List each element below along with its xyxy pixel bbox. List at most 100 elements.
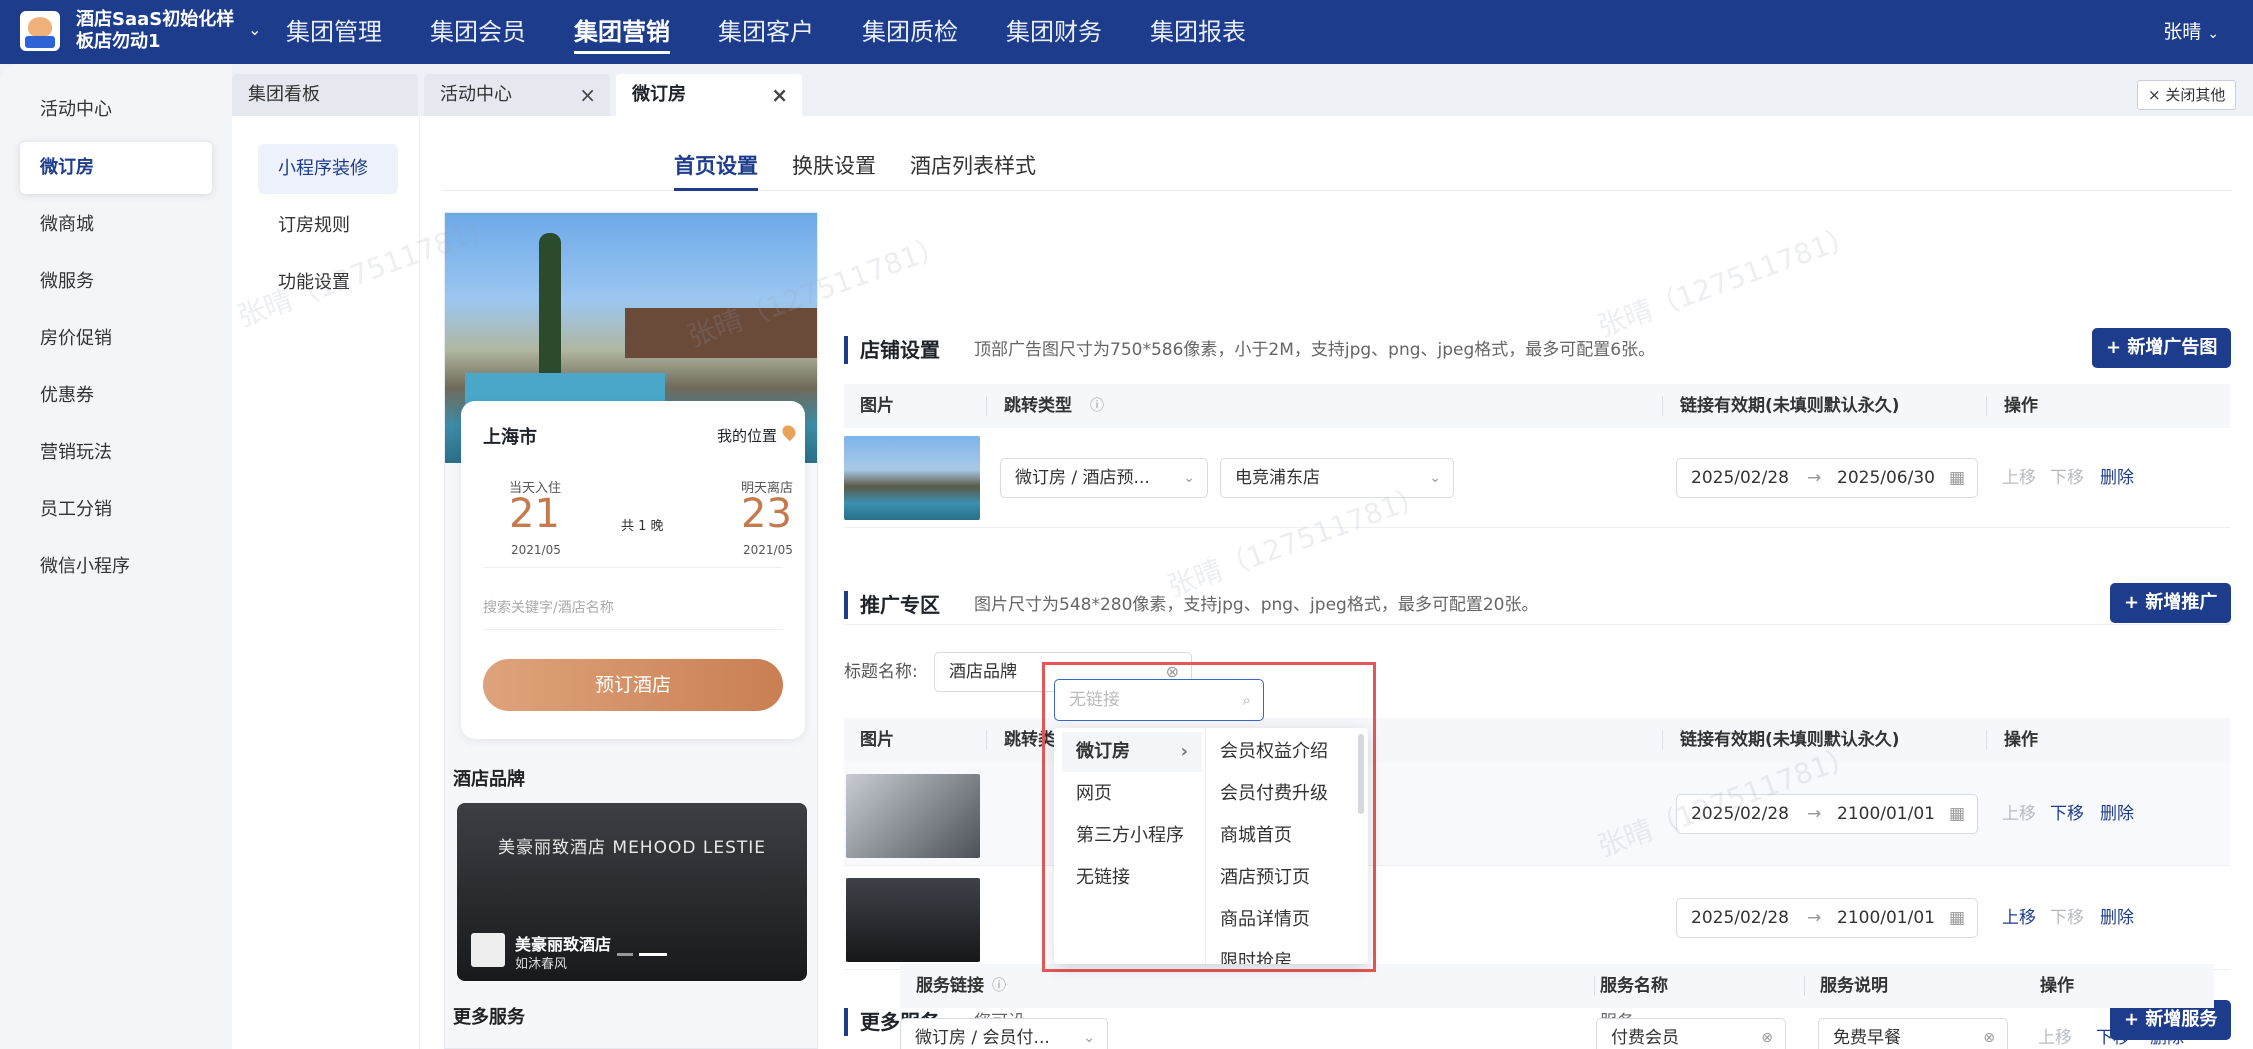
cascader-item-flash-sale[interactable]: 限时抢房 [1220, 942, 1292, 964]
col-actions: 操作 [2004, 730, 2038, 750]
info-icon[interactable]: ⓘ [992, 964, 1006, 1008]
delete-button[interactable]: 删除 [2100, 898, 2134, 938]
delete-button[interactable]: 删除 [2150, 1018, 2184, 1049]
jump-type-select[interactable]: 微订房 / 酒店预... ⌄ [1000, 458, 1208, 498]
tab-hotel-list-style[interactable]: 酒店列表样式 [910, 150, 1036, 180]
sidebar-item-micro-mall[interactable]: 微商城 [20, 199, 212, 251]
cascader-item-micro-booking[interactable]: 微订房 › [1062, 732, 1202, 772]
nav-item-group-customer[interactable]: 集团客户 [718, 0, 814, 64]
hotel-brand-banner[interactable]: 美豪丽致酒店 MEHOOD LESTIE 美豪丽致酒店 如沐春风 [457, 803, 807, 981]
move-down-button[interactable]: 下移 [2050, 458, 2084, 498]
promo-thumbnail[interactable] [846, 878, 980, 962]
promo-zone-hint: 图片尺寸为548*280像素，支持jpg、png、jpeg格式，最多可配置20张… [974, 595, 1539, 615]
column-divider [1594, 976, 1595, 996]
nav-item-group-manage[interactable]: 集团管理 [286, 0, 382, 64]
cascader-item-third-party-miniprogram[interactable]: 第三方小程序 [1062, 816, 1202, 856]
subnav-feature-settings[interactable]: 功能设置 [258, 258, 398, 308]
tab-micro-booking[interactable]: 微订房 × [616, 74, 802, 116]
user-menu[interactable]: 张晴 ⌄ [2163, 0, 2219, 66]
calendar-icon: ▦ [1949, 908, 1966, 928]
move-up-button[interactable]: 上移 [2002, 794, 2036, 834]
sidebar-item-staff-distribution[interactable]: 员工分销 [20, 484, 212, 536]
tab-home-settings[interactable]: 首页设置 [674, 150, 758, 191]
close-icon[interactable]: × [579, 74, 596, 116]
service-link-select[interactable]: 微订房 / 会员付... ⌄ [900, 1018, 1108, 1049]
city-label[interactable]: 上海市 [483, 423, 537, 449]
cascader-item-member-benefits[interactable]: 会员权益介绍 [1220, 732, 1328, 772]
sidebar-item-marketing-play[interactable]: 营销玩法 [20, 427, 212, 479]
sidebar-item-price-promo[interactable]: 房价促销 [20, 313, 212, 365]
validity-date-range[interactable]: 2025/02/28 → 2100/01/01 ▦ [1676, 898, 1978, 938]
target-hotel-select[interactable]: 电竞浦东店 ⌄ [1220, 458, 1454, 498]
cascader-item-hotel-booking[interactable]: 酒店预订页 [1220, 858, 1310, 898]
nav-item-group-qc[interactable]: 集团质检 [862, 0, 958, 64]
sidebar-item-activity[interactable]: 活动中心 [20, 84, 212, 136]
checkout-day[interactable]: 23 [741, 491, 792, 537]
cascader-item-mall-home[interactable]: 商城首页 [1220, 816, 1292, 856]
cascader-item-webpage[interactable]: 网页 [1062, 774, 1202, 814]
jump-type-search-input[interactable]: 无链接 ⌕ [1054, 679, 1264, 721]
clear-icon[interactable]: ⊗ [1983, 1019, 1995, 1049]
delete-button[interactable]: 删除 [2100, 458, 2134, 498]
promo-thumbnail[interactable] [846, 774, 980, 858]
checkin-month: 2021/05 [511, 543, 561, 557]
book-hotel-button[interactable]: 预订酒店 [483, 659, 783, 711]
delete-button[interactable]: 删除 [2100, 794, 2134, 834]
nav-item-group-member[interactable]: 集团会员 [430, 0, 526, 64]
validity-date-range[interactable]: 2025/02/28 → 2025/06/30 ▦ [1676, 458, 1978, 498]
org-logo [20, 11, 60, 51]
cascader-item-member-upgrade[interactable]: 会员付费升级 [1220, 774, 1328, 814]
add-promo-button[interactable]: + 新增推广 [2110, 583, 2232, 623]
clear-icon[interactable]: ⊗ [1761, 1019, 1773, 1049]
sidebar-item-micro-service[interactable]: 微服务 [20, 256, 212, 308]
chevron-down-icon: ⌄ [1429, 470, 1441, 486]
service-name-input[interactable]: 付费会员 ⊗ [1596, 1018, 1786, 1049]
service-desc-input[interactable]: 免费早餐 ⊗ [1818, 1018, 2008, 1049]
sidebar-item-coupon[interactable]: 优惠券 [20, 370, 212, 422]
chevron-down-icon[interactable]: ⌄ [248, 20, 261, 39]
chevron-right-icon: › [1180, 741, 1188, 762]
tab-skin-settings[interactable]: 换肤设置 [792, 150, 876, 180]
subnav-miniprogram-decor[interactable]: 小程序装修 [258, 144, 398, 194]
move-up-button[interactable]: 上移 [2002, 898, 2036, 938]
brand-name: 美豪丽致酒店 [515, 935, 612, 954]
nav-item-group-finance[interactable]: 集团财务 [1006, 0, 1102, 64]
cascader-item-no-link[interactable]: 无链接 [1062, 858, 1202, 898]
promo-zone-title: 推广专区 [844, 591, 940, 619]
org-name[interactable]: 酒店SaaS初始化样板店勿动1 [76, 9, 246, 53]
tab-group-dashboard[interactable]: 集团看板 [232, 74, 418, 116]
col-actions: 操作 [2040, 976, 2074, 996]
move-down-button[interactable]: 下移 [2050, 898, 2084, 938]
service-desc-value: 免费早餐 [1833, 1028, 1901, 1048]
checkin-day[interactable]: 21 [509, 491, 560, 537]
carousel-dot-active[interactable] [639, 953, 667, 956]
move-down-button[interactable]: 下移 [2096, 1018, 2130, 1049]
sidebar-item-wechat-miniprogram[interactable]: 微信小程序 [20, 541, 212, 593]
jump-type-placeholder: 无链接 [1069, 690, 1120, 710]
close-others-button[interactable]: × 关闭其他 [2137, 80, 2237, 110]
start-date: 2025/02/28 [1691, 468, 1789, 488]
nav-item-group-marketing[interactable]: 集团营销 [574, 0, 670, 64]
move-down-button[interactable]: 下移 [2050, 794, 2084, 834]
subnav-booking-rules[interactable]: 订房规则 [258, 201, 398, 251]
sidebar-item-micro-booking[interactable]: 微订房 [20, 142, 212, 194]
divider [844, 624, 2230, 625]
validity-date-range[interactable]: 2025/02/28 → 2100/01/01 ▦ [1676, 794, 1978, 834]
hotel-search-input[interactable]: 搜索关键字/酒店名称 [483, 597, 614, 617]
banner-thumbnail[interactable] [844, 436, 980, 520]
column-divider [986, 396, 987, 416]
tab-activity-center[interactable]: 活动中心 × [424, 74, 610, 116]
move-up-button[interactable]: 上移 [2002, 458, 2036, 498]
info-icon[interactable]: ⓘ [1090, 384, 1104, 428]
scrollbar[interactable] [1358, 734, 1364, 814]
add-banner-button[interactable]: + 新增广告图 [2092, 328, 2232, 368]
close-icon[interactable]: × [771, 74, 788, 116]
building-shape [625, 308, 817, 358]
search-icon: ⌕ [1242, 691, 1251, 709]
nav-item-group-report[interactable]: 集团报表 [1150, 0, 1246, 64]
cascader-item-product-detail[interactable]: 商品详情页 [1220, 900, 1310, 940]
my-location-label[interactable]: 我的位置 [717, 425, 777, 446]
move-up-button[interactable]: 上移 [2038, 1018, 2072, 1049]
arrow-right-icon: → [1807, 908, 1822, 928]
carousel-dot[interactable] [617, 953, 633, 956]
